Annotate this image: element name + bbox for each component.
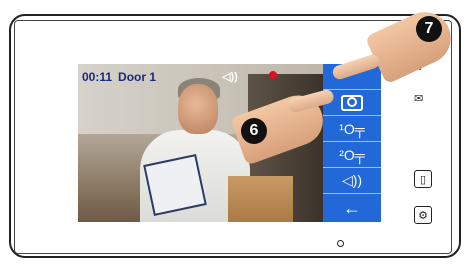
volume-button[interactable]: ◁)) xyxy=(323,168,381,194)
key-icon: ²O╤ xyxy=(339,146,365,163)
mail-icon[interactable]: ✉ xyxy=(414,92,423,105)
settings-button[interactable]: ⚙ xyxy=(414,206,432,224)
microphone-hole xyxy=(337,240,344,247)
status-bar: 00:11 Door 1 ◁)) xyxy=(82,68,238,86)
step-badge-7: 7 xyxy=(416,16,442,42)
package-box xyxy=(228,176,293,222)
speaker-icon: ◁)) xyxy=(222,71,238,83)
side-menu: ¹O╤ ²O╤ ◁)) ← xyxy=(323,64,381,222)
unlock-1-button[interactable]: ¹O╤ xyxy=(323,116,381,142)
back-arrow-icon: ← xyxy=(343,197,361,218)
back-button[interactable]: ← xyxy=(323,194,381,222)
volume-icon: ◁)) xyxy=(341,172,363,188)
monitor-button[interactable]: ▯ xyxy=(414,170,432,188)
record-indicator xyxy=(269,71,277,79)
display-screen: 00:11 Door 1 ◁)) ¹O╤ ²O╤ ◁)) ← xyxy=(78,64,381,222)
call-timer: 00:11 xyxy=(82,70,113,84)
unlock-2-button[interactable]: ²O╤ xyxy=(323,142,381,168)
step-badge-6: 6 xyxy=(241,118,267,144)
camera-icon xyxy=(341,94,363,111)
door-label: Door 1 xyxy=(118,70,157,84)
key-icon: ¹O╤ xyxy=(339,120,365,137)
clipboard xyxy=(143,153,207,217)
